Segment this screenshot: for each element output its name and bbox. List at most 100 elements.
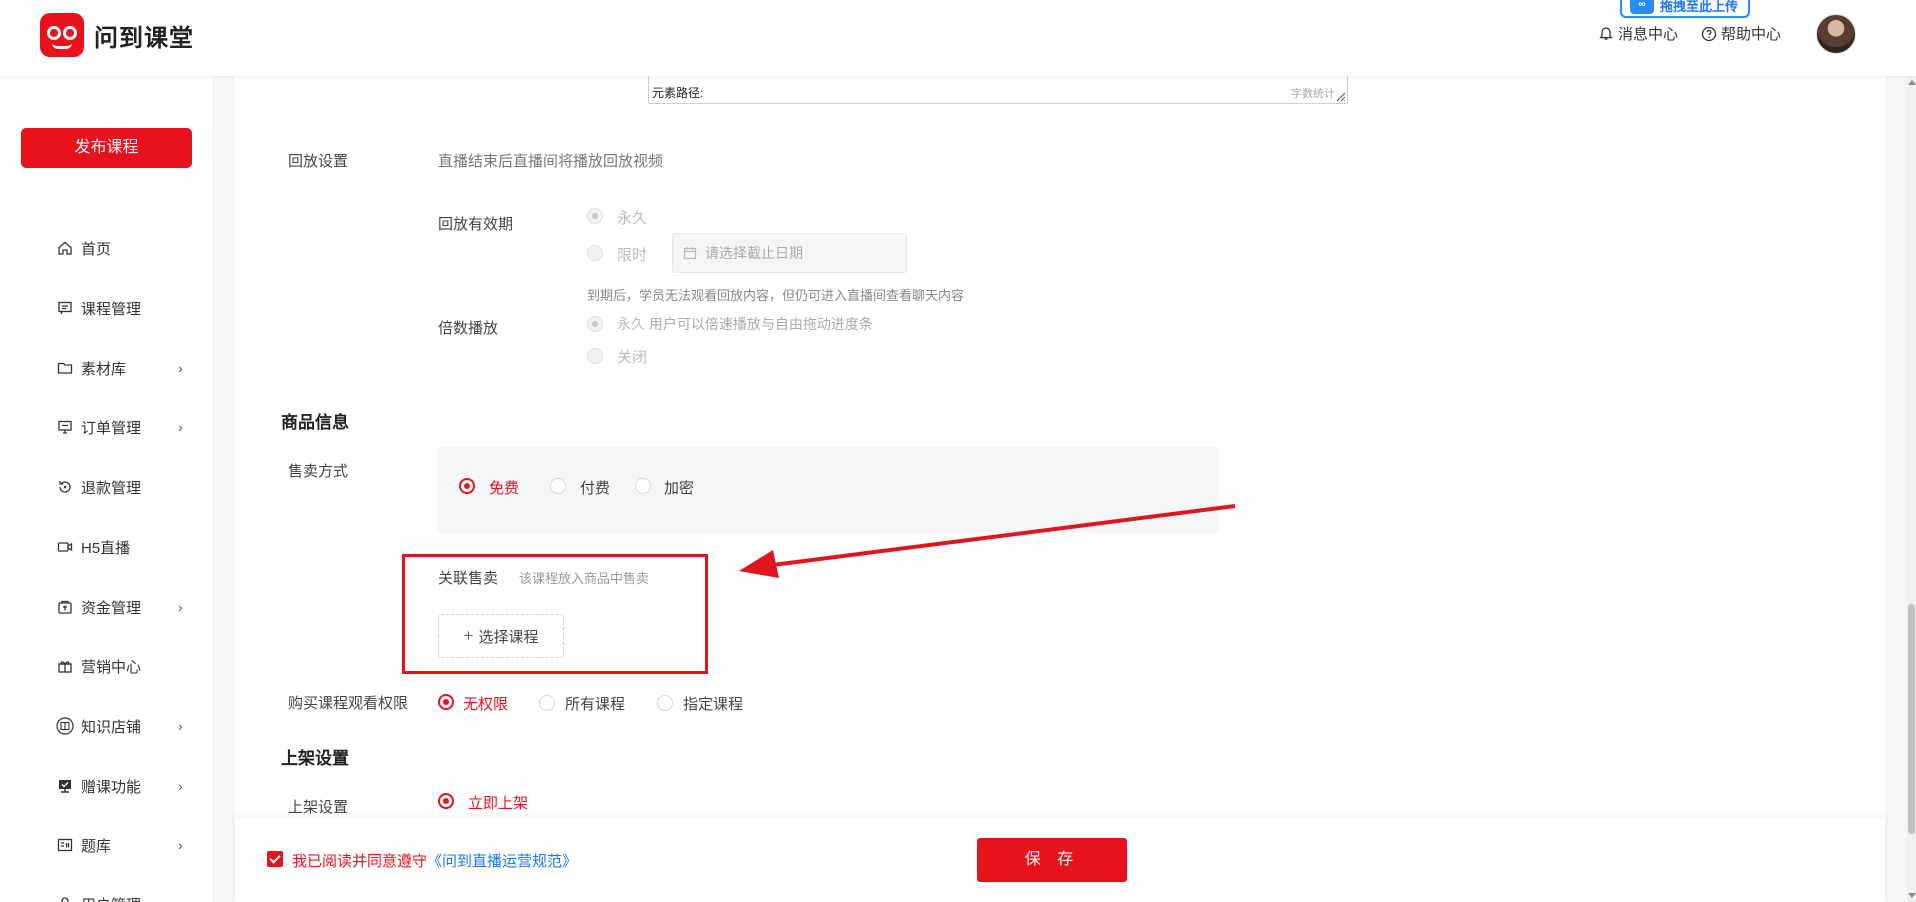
bell-icon xyxy=(1599,26,1613,40)
sidebar-item-label: 题库 xyxy=(81,837,112,855)
scrollbar-thumb[interactable] xyxy=(1908,604,1915,834)
sale-free-label[interactable]: 免费 xyxy=(489,477,519,498)
element-path-label: 元素路径: xyxy=(652,86,704,100)
sidebar-item-users[interactable]: 用户管理 xyxy=(0,884,212,902)
sale-mode-label: 售卖方式 xyxy=(288,463,349,480)
validity-forever-label: 永久 xyxy=(617,210,648,227)
sale-free-radio[interactable] xyxy=(459,478,475,494)
product-section-title: 商品信息 xyxy=(281,413,349,432)
messages-label: 消息中心 xyxy=(1618,26,1679,43)
expiry-date-input[interactable]: 请选择截止日期 xyxy=(672,233,907,273)
rules-link[interactable]: 《问到直播运营规范》 xyxy=(427,853,577,870)
footer-bar: 我已阅读并同意遵守《问到直播运营规范》 保 存 xyxy=(235,818,1885,902)
sidebar-item-label: 知识店铺 xyxy=(81,718,142,736)
folder-icon xyxy=(56,359,74,377)
main-form: 元素路径: 字数统计 回放设置 直播结束后直播间将播放回放视频 回放有效期 永久… xyxy=(235,76,1885,902)
speed-forever-label: 永久 用户可以倍速播放与自由拖动进度条 xyxy=(617,314,873,334)
video-icon xyxy=(56,538,74,556)
validity-forever-radio[interactable] xyxy=(587,208,603,224)
shop-icon xyxy=(56,717,74,735)
sidebar-item-h5-live[interactable]: H5直播 xyxy=(0,527,212,567)
sidebar-item-label: H5直播 xyxy=(81,539,131,557)
course-icon xyxy=(56,299,74,317)
sidebar-item-question-bank[interactable]: 题库 › xyxy=(0,825,212,865)
sidebar-item-label: 资金管理 xyxy=(81,599,142,617)
sidebar-item-home[interactable]: 首页 xyxy=(0,228,212,268)
scroll-down-icon[interactable] xyxy=(1908,893,1916,898)
publish-course-button[interactable]: 发布课程 xyxy=(21,128,192,168)
rich-text-editor-statusbar[interactable]: 元素路径: 字数统计 xyxy=(648,76,1348,104)
listing-immediate-label[interactable]: 立即上架 xyxy=(468,792,528,813)
sale-encrypted-radio[interactable] xyxy=(635,478,651,494)
sidebar-item-refunds[interactable]: 退款管理 xyxy=(0,467,212,507)
sidebar-item-materials[interactable]: 素材库 › xyxy=(0,348,212,388)
validity-label: 回放有效期 xyxy=(438,216,514,233)
sidebar: 发布课程 首页 课程管理 素材库 › 订单管理 › 退款管理 H5直播 资金管理… xyxy=(0,76,212,902)
chevron-right-icon: › xyxy=(178,778,183,794)
chevron-right-icon: › xyxy=(178,599,183,615)
permission-specific-label[interactable]: 指定课程 xyxy=(683,693,743,714)
agree-text: 我已阅读并同意遵守《问到直播运营规范》 xyxy=(292,850,577,871)
help-link[interactable]: 帮助中心 xyxy=(1701,23,1781,44)
sidebar-item-label: 首页 xyxy=(81,240,112,258)
sidebar-item-marketing[interactable]: 营销中心 xyxy=(0,646,212,686)
home-icon xyxy=(56,239,74,257)
scroll-up-icon[interactable] xyxy=(1908,80,1916,85)
date-placeholder: 请选择截止日期 xyxy=(705,245,803,261)
speed-label: 倍数播放 xyxy=(438,320,499,337)
listing-section-title: 上架设置 xyxy=(281,749,349,768)
validity-limited-radio[interactable] xyxy=(587,245,603,261)
permission-none-radio[interactable] xyxy=(438,694,454,710)
agree-checkbox[interactable] xyxy=(267,851,283,867)
upload-badge-label: 拖拽至此上传 xyxy=(1660,0,1739,14)
page-scrollbar[interactable] xyxy=(1907,76,1916,902)
chevron-right-icon: › xyxy=(178,837,183,853)
user-icon xyxy=(56,895,74,902)
upload-badge[interactable]: ∞ 拖拽至此上传 xyxy=(1620,0,1750,18)
sidebar-item-funds[interactable]: 资金管理 › xyxy=(0,587,212,627)
help-label: 帮助中心 xyxy=(1721,26,1782,43)
listing-label: 上架设置 xyxy=(288,799,349,816)
permission-label: 购买课程观看权限 xyxy=(288,695,409,712)
sidebar-item-label: 营销中心 xyxy=(81,658,142,676)
chevron-right-icon: › xyxy=(178,419,183,435)
sidebar-item-gift-course[interactable]: 赠课功能 › xyxy=(0,766,212,806)
gift-course-icon xyxy=(56,777,74,795)
sale-paid-radio[interactable] xyxy=(550,478,566,494)
agree-text-prefix: 我已阅读并同意遵守 xyxy=(292,853,428,870)
messages-link[interactable]: 消息中心 xyxy=(1598,23,1678,44)
avatar[interactable] xyxy=(1816,14,1856,54)
word-count-label: 字数统计 xyxy=(1291,88,1335,100)
speed-forever-radio[interactable] xyxy=(587,316,603,332)
permission-none-label[interactable]: 无权限 xyxy=(463,693,508,714)
playback-label: 回放设置 xyxy=(288,153,349,170)
sidebar-item-course[interactable]: 课程管理 xyxy=(0,288,212,328)
permission-all-radio[interactable] xyxy=(539,695,555,711)
calendar-icon xyxy=(683,247,697,260)
chevron-right-icon: › xyxy=(178,718,183,734)
permission-all-label[interactable]: 所有课程 xyxy=(565,693,625,714)
sidebar-item-label: 素材库 xyxy=(81,360,127,378)
speed-forever-text: 永久 xyxy=(617,316,645,332)
wallet-icon xyxy=(56,598,74,616)
sidebar-item-label: 赠课功能 xyxy=(81,778,142,796)
sale-paid-label[interactable]: 付费 xyxy=(580,477,610,498)
sale-encrypted-label[interactable]: 加密 xyxy=(664,477,694,498)
chevron-right-icon: › xyxy=(178,360,183,376)
validity-note: 到期后，学员无法观看回放内容，但仍可进入直播间查看聊天内容 xyxy=(587,288,965,303)
sidebar-item-shop[interactable]: 知识店铺 › xyxy=(0,706,212,746)
resize-grip-icon[interactable] xyxy=(1336,92,1346,102)
help-icon xyxy=(1701,26,1717,41)
top-header: 问到课堂 ∞ 拖拽至此上传 消息中心 帮助中心 xyxy=(0,0,1916,76)
listing-immediate-radio[interactable] xyxy=(438,793,454,809)
logo-icon xyxy=(40,13,84,57)
permission-specific-radio[interactable] xyxy=(657,695,673,711)
speed-off-radio[interactable] xyxy=(587,348,603,364)
refund-icon xyxy=(56,478,74,496)
save-button[interactable]: 保 存 xyxy=(977,838,1127,882)
logo[interactable]: 问到课堂 xyxy=(40,13,194,57)
annotation-arrow xyxy=(739,504,1236,578)
sidebar-item-orders[interactable]: 订单管理 › xyxy=(0,407,212,447)
sidebar-item-label: 用户管理 xyxy=(81,894,141,902)
order-icon xyxy=(56,418,74,436)
